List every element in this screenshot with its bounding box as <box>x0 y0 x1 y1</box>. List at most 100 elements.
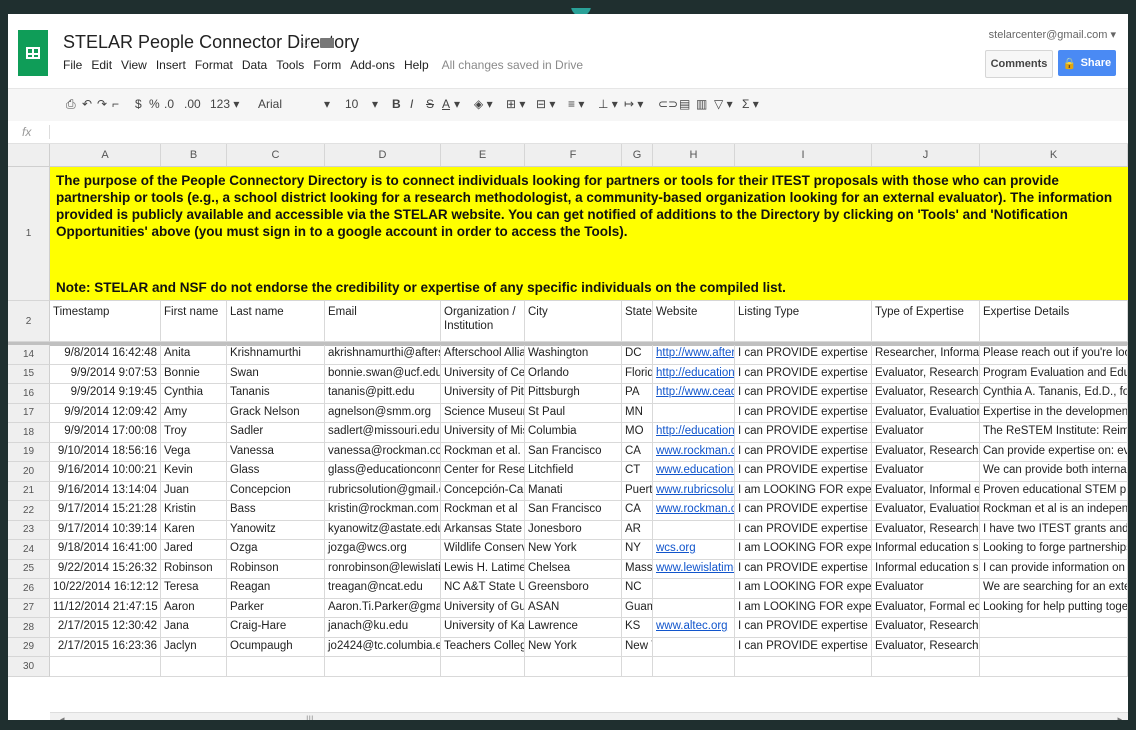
horizontal-scrollbar[interactable]: ◂ III ▸ <box>50 712 1128 720</box>
cell-expertise-details[interactable]: Looking to forge partnerships with <box>980 540 1128 560</box>
row-header[interactable]: 18 <box>8 423 50 443</box>
row-header[interactable]: 14 <box>8 345 50 365</box>
column-header-i[interactable]: I <box>735 144 872 166</box>
cell-listing-type[interactable]: I can PROVIDE expertise <box>735 618 872 638</box>
cell-website[interactable]: www.rockman.com <box>653 501 735 521</box>
cell-city[interactable]: Greensboro <box>525 579 622 599</box>
cell-state[interactable]: CT <box>622 462 653 482</box>
cell-state[interactable]: MO <box>622 423 653 443</box>
cell-organization[interactable]: University of Guam <box>441 598 525 618</box>
header-cell-organization[interactable]: Organization / Institution <box>441 301 525 342</box>
cell-state[interactable]: Guam <box>622 598 653 618</box>
cell-expertise-details[interactable]: I have two ITEST grants and am ve <box>980 520 1128 540</box>
cell-city[interactable]: St Paul <box>525 403 622 423</box>
wrap-text-button[interactable]: ↦ ▾ <box>624 97 643 111</box>
cell-expertise-details[interactable]: We can provide both internal and e <box>980 462 1128 482</box>
column-header-b[interactable]: B <box>161 144 227 166</box>
cell-timestamp[interactable]: 9/22/2014 15:26:32 <box>50 559 161 579</box>
filter-button[interactable]: ▽ ▾ <box>714 97 733 111</box>
cell-organization[interactable]: Rockman et al. <box>441 442 525 462</box>
cell-expertise-type[interactable]: Informal education site <box>872 559 980 579</box>
row-header[interactable]: 20 <box>8 462 50 482</box>
cell-last-name[interactable]: Sadler <box>227 423 325 443</box>
cell-expertise-type[interactable]: Evaluator, Researcher <box>872 520 980 540</box>
insert-link-icon[interactable]: ⊂⊃ <box>658 97 678 111</box>
italic-button[interactable]: I <box>410 97 413 111</box>
column-header-f[interactable]: F <box>525 144 622 166</box>
cell-listing-type[interactable]: I can PROVIDE expertise <box>735 637 872 657</box>
cell-expertise-details[interactable]: We are searching for an external e <box>980 579 1128 599</box>
cell-listing-type[interactable]: I am LOOKING FOR expertise <box>735 598 872 618</box>
cell-state[interactable] <box>622 657 653 677</box>
cell-expertise-type[interactable]: Evaluator <box>872 423 980 443</box>
folder-icon[interactable] <box>320 38 334 48</box>
cell-expertise-details[interactable]: The ReSTEM Institute: Reimaginin <box>980 423 1128 443</box>
cell-expertise-type[interactable]: Evaluator, Researcher, F <box>872 442 980 462</box>
cell-first-name[interactable]: Juan <box>161 481 227 501</box>
cell-state[interactable]: NY <box>622 540 653 560</box>
cell-first-name[interactable]: Cynthia <box>161 384 227 404</box>
print-icon[interactable]: ⎙ <box>66 97 76 112</box>
cell-expertise-type[interactable]: Evaluator, Formal education <box>872 598 980 618</box>
cell-last-name[interactable]: Concepcion <box>227 481 325 501</box>
cell-email[interactable]: Aaron.Ti.Parker@gmail.com <box>325 598 441 618</box>
cell-city[interactable]: San Francisco <box>525 442 622 462</box>
cell-timestamp[interactable]: 9/16/2014 10:00:21 <box>50 462 161 482</box>
cell-last-name[interactable] <box>227 657 325 677</box>
menu-insert[interactable]: Insert <box>156 58 186 72</box>
cell-website[interactable] <box>653 579 735 599</box>
cell-state[interactable]: NC <box>622 579 653 599</box>
insert-chart-icon[interactable]: ▥ <box>696 97 707 111</box>
row-header[interactable]: 29 <box>8 637 50 657</box>
column-header-e[interactable]: E <box>441 144 525 166</box>
cell-email[interactable] <box>325 657 441 677</box>
menu-file[interactable]: File <box>63 58 82 72</box>
cell-listing-type[interactable]: I can PROVIDE expertise <box>735 501 872 521</box>
text-color-dropdown-icon[interactable]: ▾ <box>454 97 460 111</box>
paint-format-icon[interactable]: ⌐ <box>112 97 119 111</box>
cell-timestamp[interactable]: 9/8/2014 16:42:48 <box>50 345 161 365</box>
cell-first-name[interactable]: Karen <box>161 520 227 540</box>
cell-timestamp[interactable]: 9/17/2014 10:39:14 <box>50 520 161 540</box>
cell-last-name[interactable]: Bass <box>227 501 325 521</box>
cell-expertise-type[interactable]: Evaluator, Researcher <box>872 364 980 384</box>
cell-website[interactable]: http://education.ucf.edu <box>653 364 735 384</box>
column-header-d[interactable]: D <box>325 144 441 166</box>
cell-first-name[interactable]: Robinson <box>161 559 227 579</box>
cell-expertise-type[interactable]: Researcher, Informal education <box>872 345 980 365</box>
horizontal-align-button[interactable]: ≡ ▾ <box>568 97 584 111</box>
menu-tools[interactable]: Tools <box>276 58 304 72</box>
cell-state[interactable]: CA <box>622 501 653 521</box>
cell-listing-type[interactable]: I can PROVIDE expertise <box>735 462 872 482</box>
merge-cells-button[interactable]: ⊟ ▾ <box>536 97 555 111</box>
row-header[interactable]: 15 <box>8 364 50 384</box>
document-title[interactable]: STELAR People Connector Directory <box>63 32 359 53</box>
cell-website[interactable]: http://www.afterschoolalliance.org <box>653 345 735 365</box>
cell-expertise-details[interactable]: Expertise in the development and <box>980 403 1128 423</box>
header-cell-last-name[interactable]: Last name <box>227 301 325 342</box>
cell-expertise-details[interactable] <box>980 657 1128 677</box>
cell-last-name[interactable]: Krishnamurthi <box>227 345 325 365</box>
increase-decimal-button[interactable]: .00 <box>184 97 201 111</box>
font-dropdown-icon[interactable]: ▾ <box>324 97 330 111</box>
cell-expertise-details[interactable] <box>980 637 1128 657</box>
cell-first-name[interactable] <box>161 657 227 677</box>
cell-state[interactable]: New York <box>622 637 653 657</box>
strikethrough-button[interactable]: S <box>426 97 434 111</box>
cell-email[interactable]: tananis@pitt.edu <box>325 384 441 404</box>
row-header[interactable]: 25 <box>8 559 50 579</box>
redo-icon[interactable]: ↷ <box>97 97 107 111</box>
fill-color-button[interactable]: ◈ ▾ <box>474 97 493 111</box>
column-header-a[interactable]: A <box>50 144 161 166</box>
cell-email[interactable]: akrishnamurthi@afterschoolalliance.org <box>325 345 441 365</box>
cell-email[interactable]: kristin@rockman.com <box>325 501 441 521</box>
column-header-g[interactable]: G <box>622 144 653 166</box>
percent-format-button[interactable]: % <box>149 97 160 111</box>
cell-city[interactable]: Washington <box>525 345 622 365</box>
cell-website[interactable]: http://www.ceac.pitt.edu <box>653 384 735 404</box>
currency-format-button[interactable]: $ <box>135 97 142 111</box>
cell-last-name[interactable]: Craig-Hare <box>227 618 325 638</box>
cell-email[interactable]: jozga@wcs.org <box>325 540 441 560</box>
cell-expertise-type[interactable] <box>872 657 980 677</box>
bold-button[interactable]: B <box>392 97 401 111</box>
